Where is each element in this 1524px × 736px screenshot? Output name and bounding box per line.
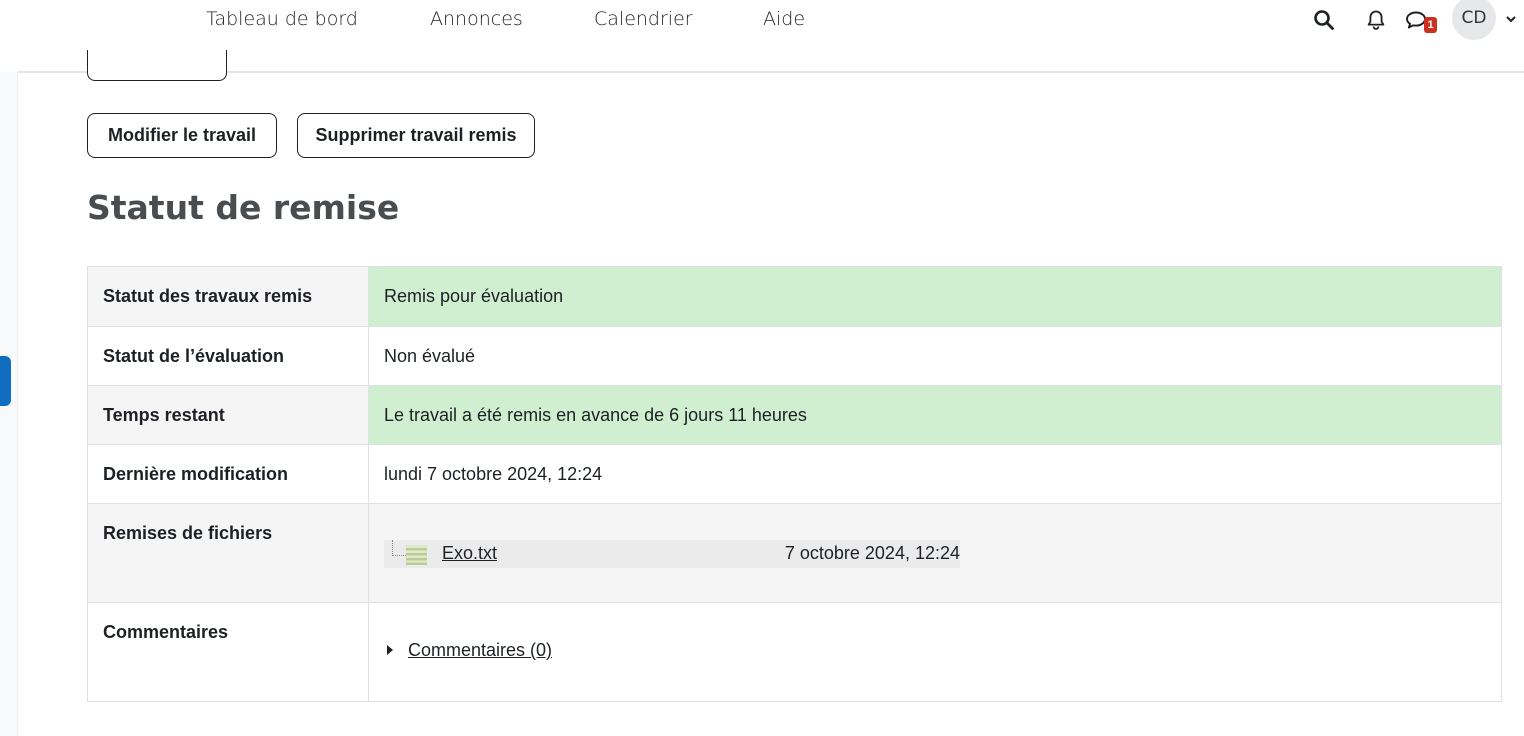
last-modified-value: lundi 7 octobre 2024, 12:24 <box>368 444 1502 504</box>
grading-status-value: Non évalué <box>368 326 1502 386</box>
text-file-icon <box>406 545 427 565</box>
nav-calendar[interactable]: Calendrier <box>594 8 693 30</box>
search-icon[interactable] <box>1311 7 1337 33</box>
file-link[interactable]: Exo.txt <box>442 543 497 564</box>
nav-announcements[interactable]: Annonces <box>430 8 523 30</box>
row-label: Dernière modification <box>87 444 369 504</box>
file-date: 7 octobre 2024, 12:24 <box>784 543 960 563</box>
edit-submission-button[interactable]: Modifier le travail <box>87 113 277 158</box>
tree-connector <box>392 540 406 556</box>
time-remaining-value: Le travail a été remis en avance de 6 jo… <box>368 385 1502 445</box>
row-label: Statut de l’évaluation <box>87 326 369 386</box>
message-count-badge: 1 <box>1424 17 1437 33</box>
table-row: Temps restant Le travail a été remis en … <box>87 385 1502 445</box>
submission-status-table: Statut des travaux remis Remis pour éval… <box>87 266 1502 702</box>
table-row: Statut des travaux remis Remis pour éval… <box>87 266 1502 327</box>
row-label: Commentaires <box>87 602 369 702</box>
navbar-divider <box>18 71 1524 73</box>
table-row: Statut de l’évaluation Non évalué <box>87 326 1502 386</box>
table-row: Remises de fichiers Exo.txt 7 octobre 20… <box>87 503 1502 603</box>
submission-status-value: Remis pour évaluation <box>368 266 1502 327</box>
table-row: Dernière modification lundi 7 octobre 20… <box>87 444 1502 504</box>
table-row: Commentaires Commentaires (0) <box>87 602 1502 702</box>
comments-toggle[interactable]: Commentaires (0) <box>384 640 1486 661</box>
bell-icon[interactable] <box>1363 7 1389 33</box>
caret-right-icon <box>384 640 394 661</box>
avatar[interactable]: CD <box>1452 0 1496 40</box>
row-label: Remises de fichiers <box>87 503 369 603</box>
course-index-drawer-toggle[interactable] <box>0 356 11 406</box>
top-navbar: Tableau de bord Annonces Calendrier Aide… <box>0 0 1524 72</box>
file-item: Exo.txt 7 octobre 2024, 12:24 <box>384 540 960 568</box>
file-submissions-value: Exo.txt 7 octobre 2024, 12:24 <box>368 503 1502 603</box>
nav-help[interactable]: Aide <box>763 8 805 30</box>
page-title: Statut de remise <box>87 188 400 227</box>
previous-action-button[interactable] <box>87 50 227 81</box>
comments-link[interactable]: Commentaires (0) <box>408 640 552 661</box>
row-label: Temps restant <box>87 385 369 445</box>
comments-value: Commentaires (0) <box>368 602 1502 702</box>
nav-dashboard[interactable]: Tableau de bord <box>206 8 358 30</box>
chevron-down-icon[interactable] <box>1504 12 1518 26</box>
row-label: Statut des travaux remis <box>87 266 369 327</box>
delete-submission-button[interactable]: Supprimer travail remis <box>297 113 535 158</box>
